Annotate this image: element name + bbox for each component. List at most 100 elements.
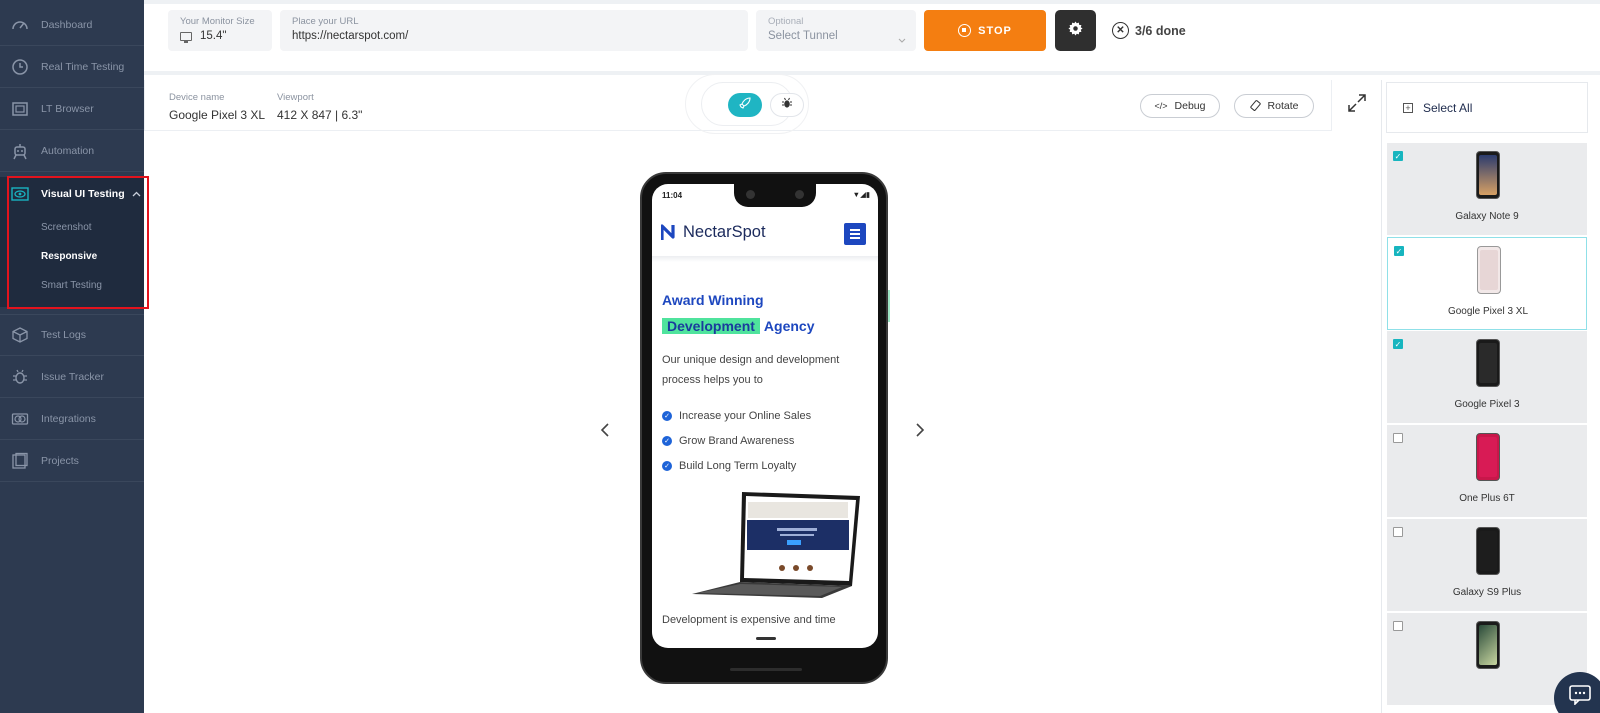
gear-icon [1068,20,1083,41]
bug-icon [781,96,793,114]
sidebar-item-integrations[interactable]: Integrations [0,398,144,440]
expand-icon [1347,93,1367,118]
chat-bubble-icon [1569,685,1591,710]
galaxy-note-9-thumbnail [1476,151,1500,199]
code-icon: </> [1154,101,1168,111]
sidebar-item-projects[interactable]: Projects [0,440,144,482]
url-caption: Place your URL [292,16,359,27]
brand-name: NectarSpot [683,223,766,241]
device-card-name: One Plus 6T [1459,493,1515,504]
hamburger-menu-icon[interactable] [844,223,866,245]
url-field[interactable]: Place your URL https://nectarspot.com/ [280,10,748,51]
device-card-name: Galaxy Note 9 [1455,211,1519,222]
google-pixel-3-thumbnail [1476,339,1500,387]
clock-icon [10,57,30,77]
fullscreen-button[interactable] [1331,80,1381,131]
sidebar-item-lt-browser[interactable]: LT Browser [0,88,144,130]
status-icons: ▼◢▮ [852,190,870,199]
sidebar-subitem-smart-testing[interactable]: Smart Testing [41,280,102,291]
check-circle-icon: ✓ [662,461,672,471]
dashboard-gauge-icon [10,15,30,35]
rotate-button[interactable]: Rotate [1234,94,1314,118]
next-device-arrow[interactable] [915,421,925,444]
site-brand[interactable]: NectarSpot [660,223,766,242]
device-checkbox[interactable]: ✓ [1393,339,1403,349]
sidebar: Dashboard Real Time Testing LT Browser A… [0,0,144,713]
plus-square-icon: + [1403,102,1413,113]
hero-heading-rest: Agency [763,318,815,334]
folder-icon [10,451,30,471]
launch-mode-button[interactable] [728,93,762,117]
device-card-galaxy-note-9[interactable]: ✓ Galaxy Note 9 [1387,143,1587,236]
sidebar-item-visual-ui-testing[interactable]: Visual UI Testing [0,177,144,211]
device-checkbox[interactable]: ✓ [1393,151,1403,161]
stop-button[interactable]: STOP [924,10,1046,51]
stop-button-label: STOP [978,24,1012,37]
device-checkbox[interactable]: ✓ [1394,246,1404,256]
sidebar-group-visual-ui-testing: Visual UI Testing Screenshot Responsive … [0,177,144,307]
nav-divider [652,256,878,262]
camera-dot [795,190,804,199]
sidebar-item-label: Integrations [41,412,96,425]
iphone-thumbnail [1476,621,1500,669]
section-text-cutoff: Development is expensive and time [662,614,836,626]
settings-button[interactable] [1055,10,1096,51]
device-card-name: Galaxy S9 Plus [1452,587,1522,598]
rocket-icon [739,96,751,114]
viewport-caption: Viewport [277,92,314,103]
robot-icon [10,141,30,161]
device-card-galaxy-s9-plus[interactable]: Galaxy S9 Plus [1387,519,1587,612]
debug-mode-button[interactable] [770,93,804,117]
sidebar-item-label: Projects [41,454,79,467]
device-card-google-pixel-3[interactable]: ✓ Google Pixel 3 [1387,331,1587,424]
device-checkbox[interactable] [1393,527,1403,537]
sidebar-item-label: Automation [41,144,95,157]
benefit-item: ✓ Increase your Online Sales [662,410,811,422]
scroll-indicator [888,290,890,322]
monitor-size-caption: Your Monitor Size [180,16,255,27]
check-circle-icon: ✓ [662,436,672,446]
sidebar-item-label: Test Logs [41,329,86,341]
select-all-label: Select All [1423,100,1473,115]
device-info-bar: Device name Google Pixel 3 XL Viewport 4… [144,74,1331,134]
device-checkbox[interactable] [1393,621,1403,631]
bug-icon [10,367,30,387]
tunnel-caption: Optional [768,16,804,27]
phone-speaker [730,668,802,671]
sidebar-subitem-responsive[interactable]: Responsive [41,251,97,262]
eye-icon [10,184,30,204]
viewport-value: 412 X 847 | 6.3" [277,108,363,122]
benefit-text: Build Long Term Loyalty [679,460,797,472]
device-checkbox[interactable] [1393,433,1403,443]
device-preview-phone: 11:04 ▼◢▮ NectarSpot Award Winning Devel… [640,172,888,684]
chevron-up-icon[interactable] [132,189,141,200]
chevron-down-icon [898,30,906,48]
tunnel-select[interactable]: Optional Select Tunnel [756,10,916,51]
sidebar-item-dashboard[interactable]: Dashboard [0,4,144,46]
device-card-name: Google Pixel 3 XL [1447,306,1529,317]
status-time: 11:04 [662,191,683,200]
previous-device-arrow[interactable] [600,421,610,444]
sidebar-item-issue-tracker[interactable]: Issue Tracker [0,356,144,398]
one-plus-6t-thumbnail [1476,433,1500,481]
benefit-text: Grow Brand Awareness [679,435,795,447]
hero-heading-line2: Development Agency [662,318,815,334]
debug-button[interactable]: </> Debug [1140,94,1220,118]
sidebar-item-real-time-testing[interactable]: Real Time Testing [0,46,144,88]
select-all-button[interactable]: + Select All [1386,82,1588,133]
hero-highlight: Development [662,318,760,334]
cube-icon [10,325,30,345]
url-input[interactable]: https://nectarspot.com/ [292,30,736,42]
sidebar-item-label: Issue Tracker [41,370,105,383]
device-card-one-plus-6t[interactable]: One Plus 6T [1387,425,1587,518]
sidebar-subitem-screenshot[interactable]: Screenshot [41,222,92,233]
phone-notch [734,184,816,207]
device-card-google-pixel-3-xl[interactable]: ✓ Google Pixel 3 XL [1387,237,1587,330]
camera-dot [746,190,755,199]
hero-heading-line1: Award Winning [662,292,764,308]
sidebar-item-automation[interactable]: Automation [0,130,144,172]
rotate-icon [1249,99,1261,113]
tunnel-value: Select Tunnel [768,30,838,42]
monitor-size-field[interactable]: Your Monitor Size 15.4" [168,10,272,51]
sidebar-item-test-logs[interactable]: Test Logs [0,314,144,356]
